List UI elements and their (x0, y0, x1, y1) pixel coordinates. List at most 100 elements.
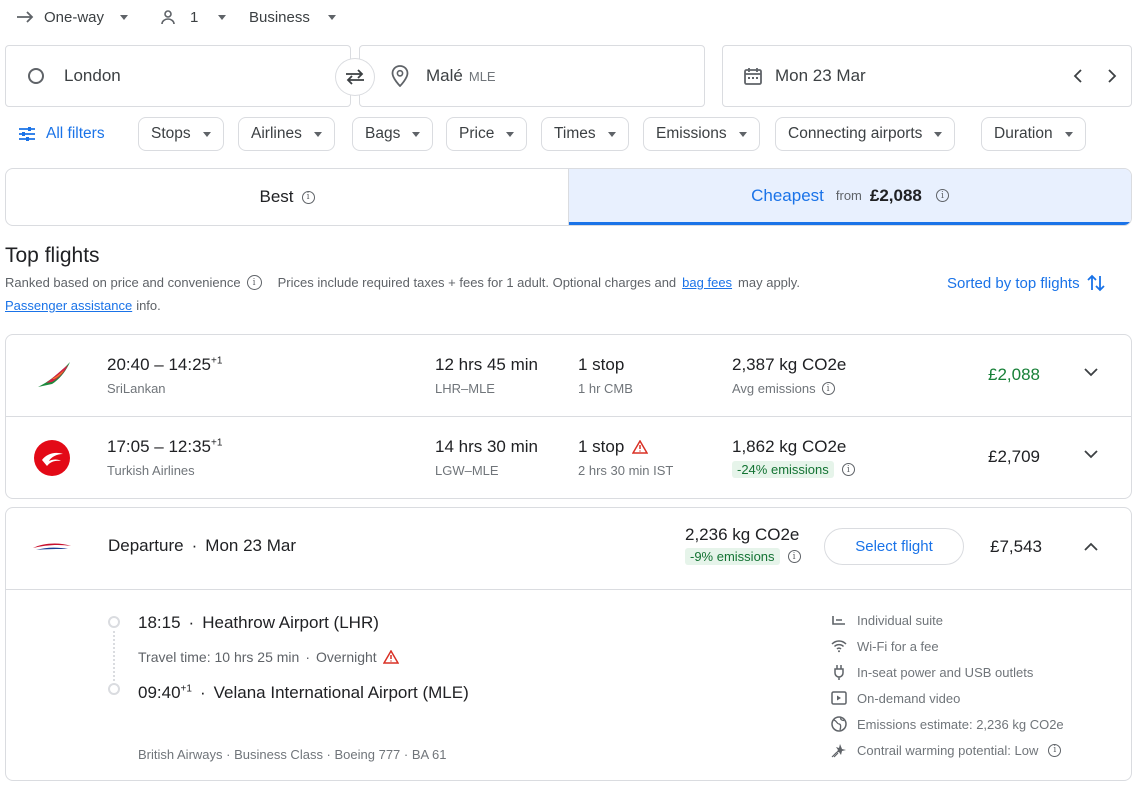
srilankan-logo (36, 359, 74, 391)
date-field[interactable]: Mon 23 Mar (722, 45, 1132, 107)
filter-duration[interactable]: Duration (981, 117, 1086, 151)
amenity-label: Wi-Fi for a fee (857, 638, 939, 654)
chevron-down-icon (327, 14, 336, 20)
destination-code: MLE (468, 68, 496, 84)
chevron-left-icon (1073, 69, 1083, 83)
timeline-end-dot (108, 683, 120, 695)
turkish-airlines-logo (33, 439, 71, 477)
swap-button[interactable] (335, 58, 375, 96)
filter-price[interactable]: Price (446, 117, 528, 151)
info-icon[interactable]: i (1048, 743, 1062, 757)
departure-time: 18:15 (138, 613, 181, 632)
filter-label: Bags (365, 125, 401, 142)
tab-cheapest-label: Cheapest (751, 185, 824, 205)
swap-arrows-icon (344, 68, 366, 86)
filter-label: Times (554, 125, 596, 142)
passengers-select[interactable]: 1 (160, 0, 227, 34)
duration: 14 hrs 30 min (435, 437, 538, 456)
amenity-item: Emissions estimate: 2,236 kg CO2e (831, 711, 1064, 737)
price: £2,709 (988, 447, 1040, 466)
sort-arrows-icon (1086, 273, 1106, 293)
date-value: Mon 23 Mar (775, 66, 866, 85)
filter-emissions[interactable]: Emissions (643, 117, 760, 151)
sort-button[interactable]: Sorted by top flights (947, 273, 1106, 293)
amenity-item: Contrail warming potential: Low i (831, 737, 1064, 763)
overnight-label: Overnight (316, 649, 377, 665)
tab-cheapest[interactable]: Cheapest from £2,088 i (569, 169, 1131, 225)
chevron-down-icon (738, 131, 747, 137)
emissions: 2,236 kg CO2e (685, 525, 800, 544)
chevron-down-icon (506, 131, 515, 137)
info-icon[interactable]: i (301, 190, 315, 204)
flight-emissions: 2,387 kg CO2e Avg emissions i (732, 355, 846, 396)
all-filters-button[interactable]: All filters (18, 117, 105, 151)
filter-bags[interactable]: Bags (352, 117, 434, 151)
flight-row[interactable]: 20:40 – 14:25+1 SriLankan 12 hrs 45 min … (5, 334, 1132, 417)
sort-tabs: Best i Cheapest from £2,088 i (5, 168, 1132, 226)
cheapest-price: £2,088 (869, 185, 922, 205)
info-icon[interactable]: i (246, 275, 262, 290)
filter-label: Connecting airports (788, 125, 923, 142)
destination-field[interactable]: Malé MLE (359, 45, 705, 107)
origin-field[interactable]: London (5, 45, 351, 107)
amenity-item: Wi-Fi for a fee (831, 633, 1064, 659)
filter-connecting-airports[interactable]: Connecting airports (775, 117, 956, 151)
passenger-assistance-link[interactable]: Passenger assistance (5, 298, 132, 313)
filter-label: Duration (994, 125, 1053, 142)
flight-emissions: 1,862 kg CO2e -24% emissions i (732, 437, 855, 478)
expand-button[interactable] (1084, 368, 1098, 377)
chevron-down-icon (313, 131, 322, 137)
amenity-label: On-demand video (857, 690, 961, 706)
flight-stops: 1 stop 2 hrs 30 min IST (578, 437, 673, 478)
previous-date-button[interactable] (1065, 63, 1091, 89)
info-icon[interactable]: i (841, 463, 855, 476)
flight-stops: 1 stop 1 hr CMB (578, 355, 633, 396)
departure-heading: Departure · Mon 23 Mar (108, 536, 296, 555)
price: £7,543 (990, 537, 1042, 556)
info-icon[interactable]: i (935, 189, 949, 202)
departure-airport: Heathrow Airport (LHR) (202, 613, 379, 632)
info-icon[interactable]: i (787, 550, 801, 563)
origin-value: London (64, 66, 121, 85)
amenity-label: In-seat power and USB outlets (857, 664, 1034, 680)
section-title: Top flights (5, 244, 100, 267)
chevron-down-icon (934, 131, 943, 137)
duration: 12 hrs 45 min (435, 355, 538, 374)
amenity-label: Contrail warming potential: Low (857, 742, 1039, 758)
bag-fees-link[interactable]: bag fees (682, 275, 732, 290)
route: LGW–MLE (435, 463, 499, 478)
chevron-down-icon (412, 131, 421, 137)
amenity-item: In-seat power and USB outlets (831, 659, 1064, 685)
filter-times[interactable]: Times (541, 117, 629, 151)
next-date-button[interactable] (1099, 63, 1125, 89)
trip-type-select[interactable]: One-way (16, 0, 129, 34)
globe-icon (831, 716, 847, 732)
cabin-class-label: Business (249, 8, 310, 26)
chevron-down-icon (202, 131, 211, 137)
filter-airlines[interactable]: Airlines (238, 117, 335, 151)
collapse-button[interactable] (1084, 542, 1098, 551)
select-flight-button[interactable]: Select flight (824, 528, 964, 565)
expand-button[interactable] (1084, 450, 1098, 459)
tune-icon (18, 126, 36, 142)
chevron-down-icon (1064, 131, 1073, 137)
amenity-item: Individual suite (831, 607, 1064, 633)
expanded-flight-card: Departure · Mon 23 Mar 2,236 kg CO2e -9%… (5, 507, 1132, 781)
person-icon (160, 9, 176, 25)
tab-best[interactable]: Best i (6, 169, 569, 225)
cabin-class-select[interactable]: Business (249, 0, 336, 34)
info-icon[interactable]: i (821, 382, 835, 395)
flight-duration: 12 hrs 45 min LHR–MLE (435, 355, 538, 396)
info-text: info. (136, 298, 161, 313)
wifi-icon (831, 638, 847, 654)
chevron-down-icon (607, 131, 616, 137)
filter-stops[interactable]: Stops (138, 117, 224, 151)
flight-details: British Airways · Business Class · Boein… (138, 747, 447, 762)
chevron-down-icon (1084, 450, 1098, 459)
day-offset: +1 (210, 437, 223, 449)
assistance-note: Passenger assistance info. (5, 298, 161, 313)
timeline-start-dot (108, 616, 120, 628)
expanded-flight-header[interactable]: Departure · Mon 23 Mar 2,236 kg CO2e -9%… (6, 508, 1131, 590)
flight-row[interactable]: 17:05 – 12:35+1 Turkish Airlines 14 hrs … (5, 416, 1132, 499)
warning-icon (632, 440, 649, 454)
